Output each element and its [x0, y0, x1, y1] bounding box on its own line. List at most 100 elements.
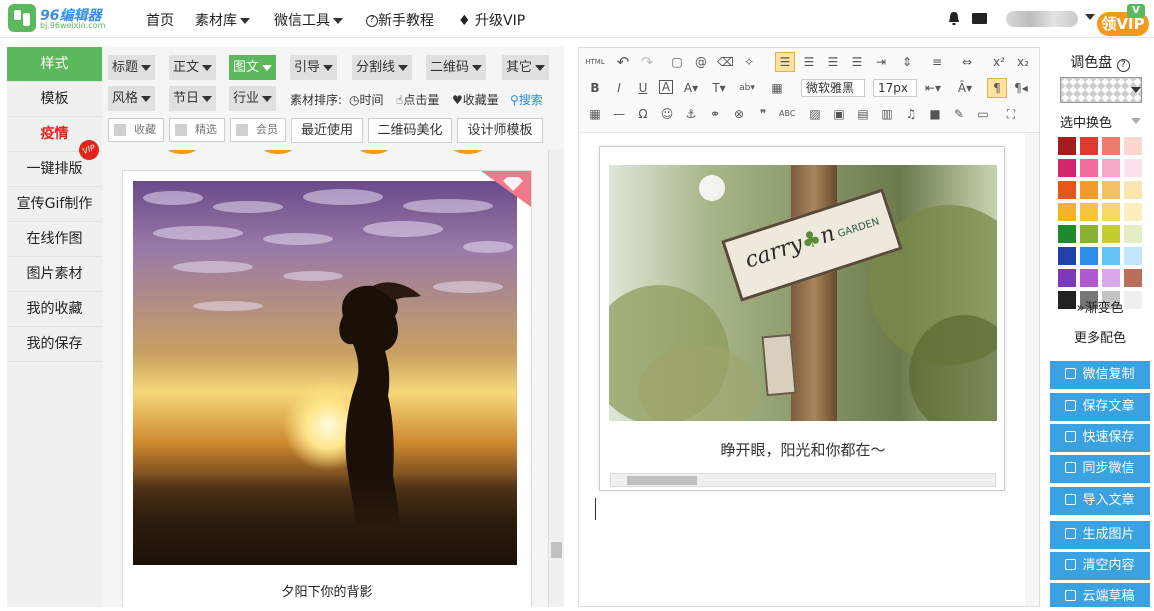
color-swatch[interactable] [1058, 269, 1076, 287]
sidebar-item-favorites[interactable]: 我的收藏 [7, 292, 102, 327]
paintbrush-icon[interactable]: ✎ [951, 106, 967, 122]
html-source-button[interactable]: HTML [585, 54, 605, 70]
material-scrollbar[interactable] [548, 150, 564, 607]
letter-spacing-icon[interactable]: ⇔ [959, 54, 975, 70]
save-article-button[interactable]: 保存文章 [1050, 393, 1150, 421]
sort-clicks[interactable]: ☝点击量 [396, 91, 439, 108]
sidebar-item-online-design[interactable]: 在线作图 [7, 222, 102, 257]
link-icon[interactable]: ⚭ [707, 106, 723, 122]
chevron-down-icon[interactable] [1131, 118, 1141, 124]
scrollbar-thumb[interactable] [551, 542, 562, 558]
image-icon[interactable]: ▨ [807, 106, 823, 122]
align-right-icon[interactable]: ☰ [825, 54, 841, 70]
filter-guide[interactable]: 引导 [290, 55, 338, 80]
user-menu-chevron-icon[interactable] [1085, 14, 1095, 20]
font-color-icon[interactable]: A▾ [683, 80, 699, 96]
background-color-icon[interactable]: ab▾ [739, 80, 755, 96]
import-article-button[interactable]: 导入文章 [1050, 487, 1150, 515]
anchor-icon[interactable]: ⚓ [683, 106, 699, 122]
checkbox-member[interactable]: 会员 [230, 118, 286, 142]
mail-icon[interactable] [972, 13, 987, 24]
color-swatch[interactable] [1124, 181, 1142, 199]
nav-tutorial[interactable]: ? 新手教程 [366, 10, 434, 30]
qrcode-beautify-button[interactable]: 二维码美化 [368, 118, 452, 143]
cloud-draft-button[interactable]: 云端草稿 [1050, 583, 1150, 607]
color-swatch[interactable] [1124, 269, 1142, 287]
color-swatch[interactable] [1124, 225, 1142, 243]
sidebar-item-image-materials[interactable]: 图片素材 [7, 257, 102, 292]
filter-body[interactable]: 正文 [169, 55, 217, 80]
color-swatch[interactable] [1080, 203, 1098, 221]
wechat-copy-button[interactable]: 微信复制 [1050, 361, 1150, 389]
template-thumb[interactable] [356, 150, 392, 154]
text-transform-icon[interactable]: T▾ [711, 80, 727, 96]
designer-template-button[interactable]: 设计师模板 [457, 118, 543, 143]
color-swatch[interactable] [1080, 159, 1098, 177]
color-swatch[interactable] [1102, 181, 1120, 199]
content-horizontal-scrollbar[interactable] [610, 473, 996, 487]
color-swatch[interactable] [1058, 137, 1076, 155]
superscript-icon[interactable]: x² [991, 54, 1007, 70]
template-thumb[interactable] [450, 150, 486, 154]
template-thumb[interactable] [164, 150, 200, 154]
emoji-icon[interactable]: ☺ [659, 106, 675, 122]
sync-wechat-button[interactable]: 同步微信 [1050, 455, 1150, 483]
chevron-down-icon[interactable] [1131, 87, 1141, 93]
indent-icon[interactable]: ⇥ [873, 54, 889, 70]
clear-content-button[interactable]: 清空内容 [1050, 552, 1150, 580]
format-painter-icon[interactable]: ▦ [769, 80, 785, 96]
table-icon[interactable]: ▦ [587, 106, 603, 122]
horizontal-rule-icon[interactable]: — [611, 106, 627, 122]
align-left-icon[interactable]: ☰ [775, 52, 795, 72]
quick-save-button[interactable]: 快速保存 [1050, 424, 1150, 452]
color-swatch[interactable] [1080, 225, 1098, 243]
italic-icon[interactable]: I [611, 80, 627, 96]
more-colors-button[interactable]: 更多配色 [1050, 327, 1150, 346]
sidebar-item-styles[interactable]: 样式 [7, 47, 102, 82]
bold-icon[interactable]: B [587, 80, 603, 96]
color-swatch[interactable] [1102, 247, 1120, 265]
color-swatch[interactable] [1058, 247, 1076, 265]
vip-badge[interactable]: 领VIP V [1097, 4, 1151, 36]
line-height-icon[interactable]: ⇕ [899, 54, 915, 70]
filter-qrcode[interactable]: 二维码 [426, 55, 487, 80]
generate-image-button[interactable]: 生成图片 [1050, 521, 1150, 549]
video-icon[interactable]: ■ [927, 106, 943, 122]
multi-image-icon[interactable]: ▣ [831, 106, 847, 122]
filter-other[interactable]: 其它 [502, 55, 550, 80]
sidebar-item-gif-maker[interactable]: 宣传Gif制作 [7, 187, 102, 222]
sort-favorites[interactable]: ♥收藏量 [452, 91, 499, 108]
filter-style[interactable]: 风格 [108, 86, 156, 111]
image-library-icon[interactable]: ▤ [855, 106, 871, 122]
align-center-icon[interactable]: ☰ [801, 54, 817, 70]
color-swatch[interactable] [1058, 203, 1076, 221]
new-document-icon[interactable]: ▢ [669, 54, 685, 70]
font-family-select[interactable]: 微软雅黑 [801, 79, 865, 97]
magic-wand-icon[interactable]: ✧ [741, 54, 757, 70]
checkbox-favorites[interactable]: 收藏 [108, 118, 164, 142]
paragraph-spacing-icon[interactable]: ≡ [929, 54, 945, 70]
nav-wechat-tools[interactable]: 微信工具 [274, 10, 343, 30]
color-swatch[interactable] [1124, 137, 1142, 155]
color-preview[interactable] [1060, 77, 1142, 103]
filter-divider[interactable]: 分割线 [352, 55, 413, 80]
undo-icon[interactable]: ↶ [615, 54, 631, 70]
text-direction-icon[interactable]: ¶ [987, 78, 1007, 98]
row-spacing-icon[interactable]: ⇤▾ [925, 80, 941, 96]
font-border-icon[interactable]: A [659, 80, 673, 94]
content-block[interactable]: carry♣n GARDEN 睁开眼，阳光和你都在～ [599, 146, 1005, 491]
color-swatch[interactable] [1058, 181, 1076, 199]
logo[interactable]: 96编辑器 bj.96weixin.com [8, 4, 108, 32]
font-size-select[interactable]: 17px [873, 79, 917, 97]
filter-image-text[interactable]: 图文 [229, 55, 277, 80]
subscript-icon[interactable]: x₂ [1015, 54, 1031, 70]
color-swatch[interactable] [1124, 159, 1142, 177]
color-swatch[interactable] [1124, 247, 1142, 265]
bell-icon[interactable] [947, 11, 961, 26]
search-button[interactable]: ⚲搜索 [510, 91, 543, 108]
spellcheck-icon[interactable]: ABC [779, 106, 795, 122]
recent-used-button[interactable]: 最近使用 [291, 118, 363, 143]
editor-scrollbar[interactable] [1025, 134, 1039, 606]
quote-icon[interactable]: ❞ [755, 106, 771, 122]
unlink-icon[interactable]: ⊗ [731, 106, 747, 122]
